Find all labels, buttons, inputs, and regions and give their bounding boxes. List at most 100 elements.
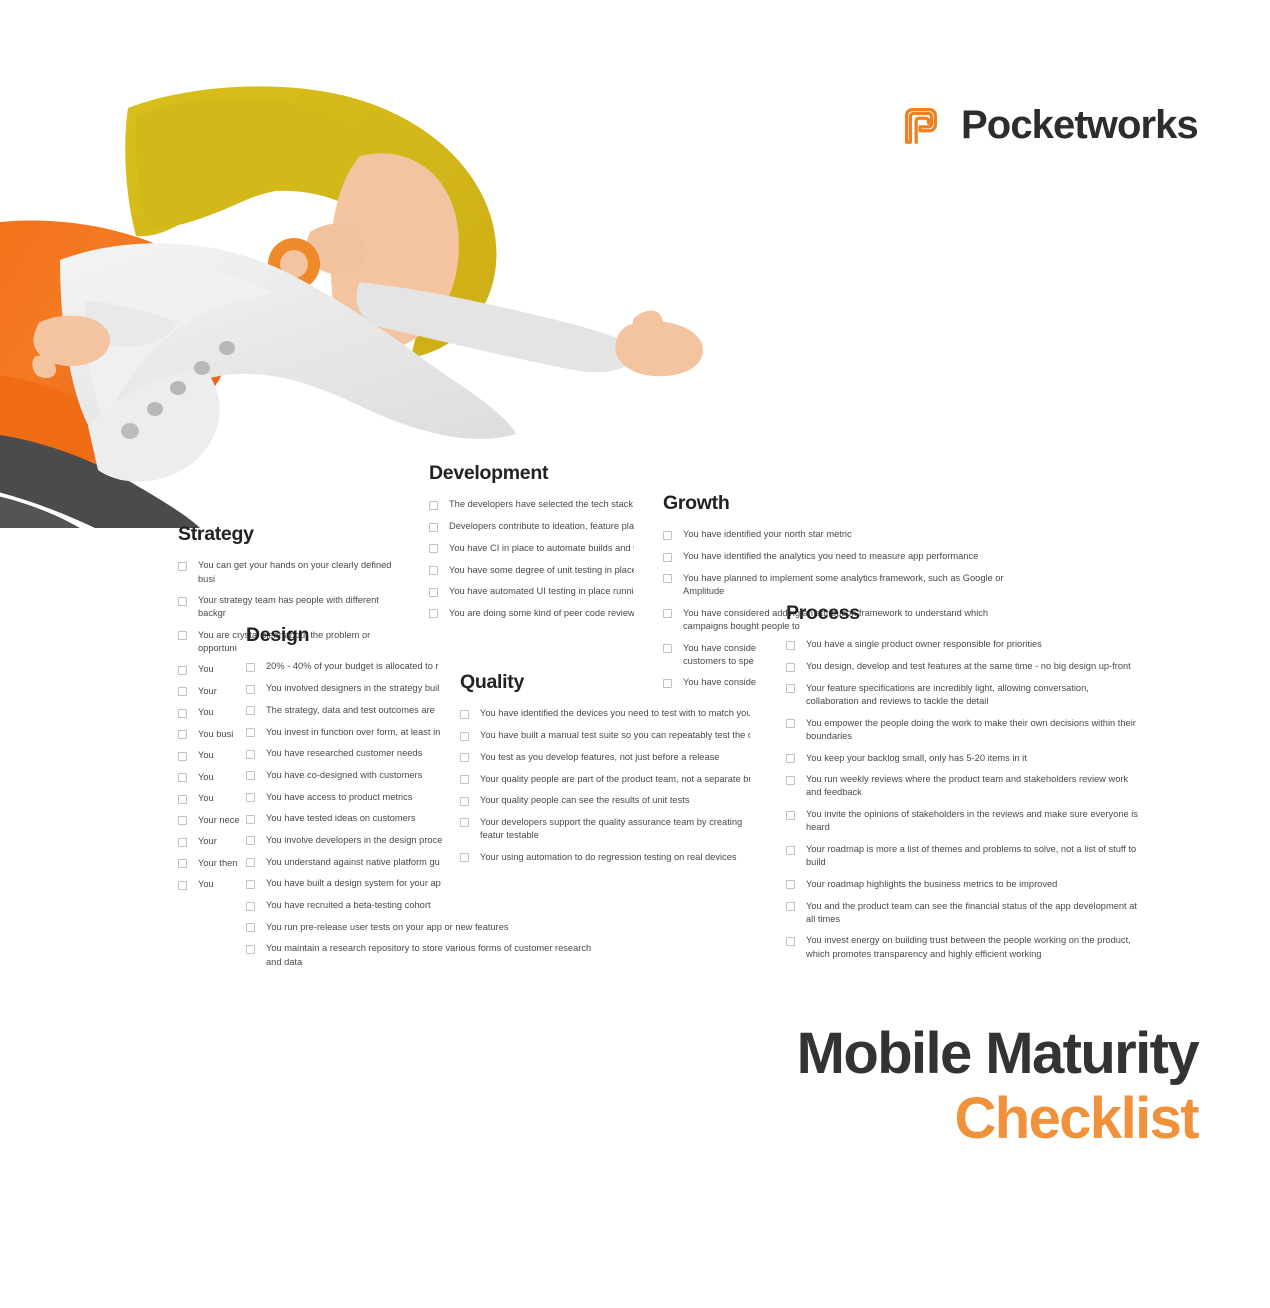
checkbox-icon[interactable] xyxy=(178,730,187,740)
checklist-item[interactable]: You invest in function over form, at lea… xyxy=(246,726,442,739)
checklist-item[interactable]: You maintain a research repository to st… xyxy=(246,942,606,968)
checkbox-icon[interactable] xyxy=(786,662,795,672)
checkbox-icon[interactable] xyxy=(460,775,469,784)
checkbox-icon[interactable] xyxy=(663,644,672,654)
checkbox-icon[interactable] xyxy=(460,853,469,863)
checklist-item[interactable]: You have identified the devices you need… xyxy=(460,707,750,720)
checkbox-icon[interactable] xyxy=(429,544,438,554)
checklist-item[interactable]: Your using automation to do regression t… xyxy=(460,851,750,864)
checklist-item[interactable]: You are doing some kind of peer code rev… xyxy=(429,607,634,620)
checkbox-icon[interactable] xyxy=(178,751,187,761)
checklist-item[interactable]: You have identified your north star metr… xyxy=(663,528,1021,541)
checkbox-icon[interactable] xyxy=(178,596,187,606)
checkbox-icon[interactable] xyxy=(663,552,672,562)
checkbox-icon[interactable] xyxy=(786,936,795,946)
checklist-item[interactable]: You involved designers in the strategy b… xyxy=(246,682,442,695)
checklist-item[interactable]: You have built a manual test suite so yo… xyxy=(460,729,750,742)
checklist-item[interactable]: You have planned to implement some analy… xyxy=(663,572,1021,598)
checklist-item[interactable]: You have conside customers to spe xyxy=(663,642,785,668)
checkbox-icon[interactable] xyxy=(663,609,672,619)
checklist-item[interactable]: You and the product team can see the fin… xyxy=(786,900,1138,926)
checklist-item[interactable]: Your roadmap highlights the business met… xyxy=(786,878,1138,891)
checkbox-icon[interactable] xyxy=(786,775,795,785)
checkbox-icon[interactable] xyxy=(246,923,255,933)
checkbox-icon[interactable] xyxy=(429,609,438,619)
checklist-item[interactable]: 20% - 40% of your budget is allocated to… xyxy=(246,660,442,673)
checkbox-icon[interactable] xyxy=(178,773,187,783)
checkbox-icon[interactable] xyxy=(246,662,255,672)
checkbox-icon[interactable] xyxy=(663,574,672,584)
checkbox-icon[interactable] xyxy=(460,818,469,828)
checklist-item[interactable]: You have co-designed with customers xyxy=(246,769,442,782)
checklist-item[interactable]: You test as you develop features, not ju… xyxy=(460,751,750,764)
checkbox-icon[interactable] xyxy=(178,561,187,571)
checklist-item[interactable]: You have researched customer needs xyxy=(246,747,442,760)
checklist-item[interactable]: You run pre-release user tests on your a… xyxy=(246,921,606,934)
checkbox-icon[interactable] xyxy=(246,749,255,759)
checklist-item[interactable]: You have conside xyxy=(663,676,785,689)
checklist-item[interactable]: You have some degree of unit testing in … xyxy=(429,564,634,577)
checkbox-icon[interactable] xyxy=(460,796,469,806)
checkbox-icon[interactable] xyxy=(178,816,187,826)
checklist-item[interactable]: The strategy, data and test outcomes are xyxy=(246,704,442,717)
checkbox-icon[interactable] xyxy=(786,684,795,694)
checklist-item[interactable]: Your developers support the quality assu… xyxy=(460,816,750,842)
checklist-item[interactable]: You have a single product owner responsi… xyxy=(786,638,1138,651)
checkbox-icon[interactable] xyxy=(786,640,795,650)
checkbox-icon[interactable] xyxy=(246,901,255,911)
checklist-item[interactable]: You have CI in place to automate builds … xyxy=(429,542,634,555)
checkbox-icon[interactable] xyxy=(246,728,255,737)
checklist-item[interactable]: You have automated UI testing in place r… xyxy=(429,585,634,598)
checklist-item[interactable]: The developers have selected the tech st… xyxy=(429,498,634,511)
checkbox-icon[interactable] xyxy=(178,880,187,890)
checkbox-icon[interactable] xyxy=(178,631,187,641)
checkbox-icon[interactable] xyxy=(663,530,672,540)
checkbox-icon[interactable] xyxy=(663,678,672,688)
checkbox-icon[interactable] xyxy=(178,837,187,847)
checklist-item[interactable]: Your roadmap is more a list of themes an… xyxy=(786,843,1138,869)
checklist-item[interactable]: You run weekly reviews where the product… xyxy=(786,773,1138,799)
checkbox-icon[interactable] xyxy=(460,731,469,741)
checkbox-icon[interactable] xyxy=(178,687,187,697)
checkbox-icon[interactable] xyxy=(246,836,255,846)
checklist-item[interactable]: Your feature specifications are incredib… xyxy=(786,682,1138,708)
checklist-item[interactable]: Your strategy team has people with diffe… xyxy=(178,594,400,620)
checkbox-icon[interactable] xyxy=(786,902,795,912)
checklist-item[interactable]: You invest energy on building trust betw… xyxy=(786,934,1138,960)
checkbox-icon[interactable] xyxy=(429,522,438,532)
checkbox-icon[interactable] xyxy=(429,566,438,575)
checklist-item[interactable]: You invite the opinions of stakeholders … xyxy=(786,808,1138,834)
checkbox-icon[interactable] xyxy=(246,858,255,868)
checklist-item[interactable]: You keep your backlog small, only has 5-… xyxy=(786,752,1138,765)
checkbox-icon[interactable] xyxy=(246,706,255,716)
checkbox-icon[interactable] xyxy=(786,880,795,890)
checkbox-icon[interactable] xyxy=(246,814,255,824)
checklist-item[interactable]: Your quality people are part of the prod… xyxy=(460,773,750,786)
checklist-item[interactable]: You have built a design system for your … xyxy=(246,877,442,890)
checkbox-icon[interactable] xyxy=(178,665,187,675)
checklist-item[interactable]: You have recruited a beta-testing cohort xyxy=(246,899,442,912)
checkbox-icon[interactable] xyxy=(246,793,255,803)
checkbox-icon[interactable] xyxy=(246,684,255,694)
checklist-item[interactable]: You understand against native platform g… xyxy=(246,856,442,869)
checklist-item[interactable]: You have access to product metrics xyxy=(246,791,442,804)
checklist-item[interactable]: You have tested ideas on customers xyxy=(246,812,442,825)
checklist-item[interactable]: Developers contribute to ideation, featu… xyxy=(429,520,634,533)
checkbox-icon[interactable] xyxy=(460,753,469,763)
checkbox-icon[interactable] xyxy=(178,859,187,869)
checklist-item[interactable]: Your quality people can see the results … xyxy=(460,794,750,807)
checkbox-icon[interactable] xyxy=(429,587,438,597)
checklist-item[interactable]: You can get your hands on your clearly d… xyxy=(178,559,400,585)
checklist-item[interactable]: You involve developers in the design pro… xyxy=(246,834,442,847)
checkbox-icon[interactable] xyxy=(178,708,187,718)
checkbox-icon[interactable] xyxy=(786,719,795,729)
checklist-item[interactable]: You have identified the analytics you ne… xyxy=(663,550,1021,563)
checkbox-icon[interactable] xyxy=(246,879,255,889)
checkbox-icon[interactable] xyxy=(246,771,255,781)
checkbox-icon[interactable] xyxy=(786,754,795,764)
checkbox-icon[interactable] xyxy=(178,794,187,804)
checkbox-icon[interactable] xyxy=(460,709,469,719)
checklist-item[interactable]: You empower the people doing the work to… xyxy=(786,717,1138,743)
checkbox-icon[interactable] xyxy=(429,500,438,510)
checklist-item[interactable]: You design, develop and test features at… xyxy=(786,660,1138,673)
